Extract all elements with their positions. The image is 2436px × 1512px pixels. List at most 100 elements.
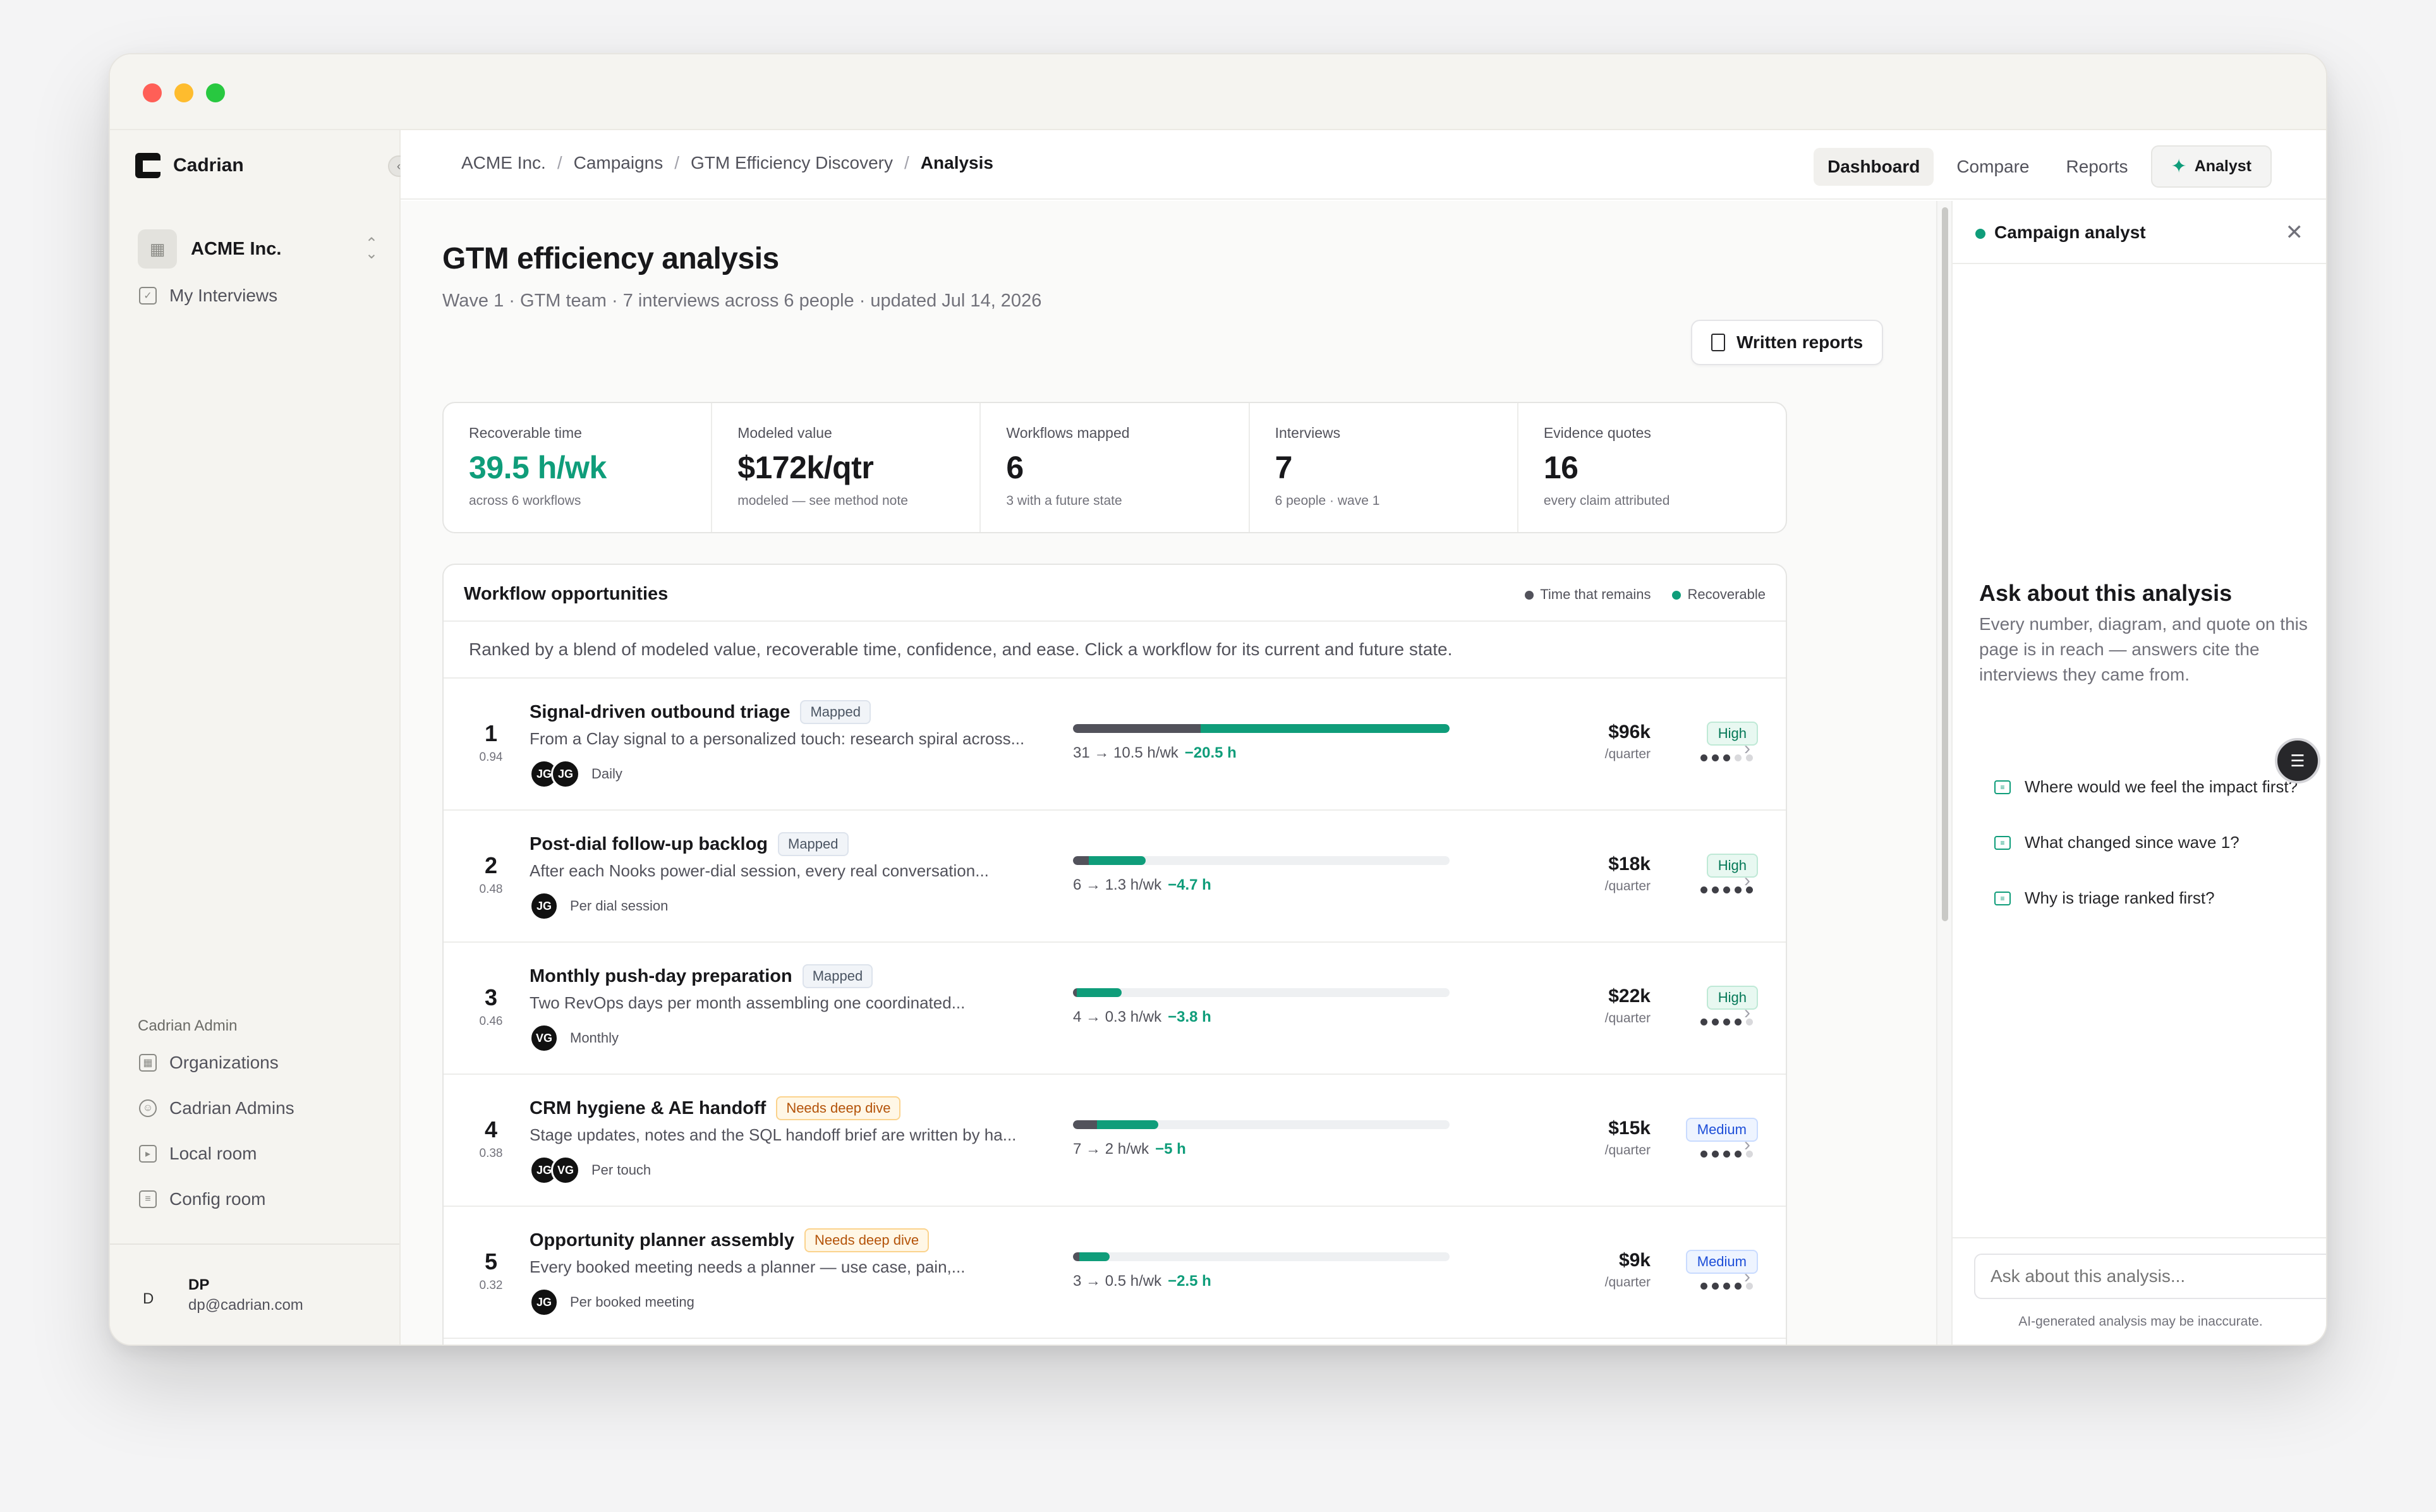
- confidence-dot: [1712, 754, 1719, 761]
- analyst-input[interactable]: [1974, 1254, 2326, 1299]
- time-bar-track: [1073, 1120, 1450, 1129]
- analyst-heading: Ask about this analysis: [1979, 580, 2233, 606]
- file-icon: ≡: [139, 1190, 157, 1208]
- confidence-dot: [1700, 754, 1707, 761]
- breadcrumb: ACME Inc. / Campaigns / GTM Efficiency D…: [461, 153, 993, 173]
- sidebar-item-label: Config room: [169, 1189, 266, 1209]
- confidence-dot: [1723, 1283, 1730, 1290]
- breadcrumb-separator: /: [674, 153, 680, 172]
- analyst-button[interactable]: ✦ Analyst: [2150, 145, 2272, 188]
- kpi-label: Evidence quotes: [1543, 425, 1651, 441]
- time-bar: 7 → 2 h/wk −5 h: [1073, 1120, 1450, 1158]
- chevron-right-icon[interactable]: ›: [1744, 1266, 1750, 1288]
- sidebar-item-config-room[interactable]: ≡ Config room: [139, 1189, 266, 1209]
- workflow-name: Signal-driven outbound triage Mapped: [530, 700, 871, 724]
- legend-remain-label: Time that remains: [1540, 586, 1651, 602]
- modeled-value: $9k/quarter: [1562, 1250, 1651, 1290]
- breadcrumb-org[interactable]: ACME Inc.: [461, 153, 546, 173]
- workflow-opportunities-card: Workflow opportunities Time that remains…: [442, 564, 1787, 1345]
- confidence-dot: [1723, 1019, 1730, 1025]
- tab-reports[interactable]: Reports: [2052, 148, 2142, 186]
- org-name: ACME Inc.: [191, 238, 282, 259]
- workflow-meta: JG JG Daily: [530, 759, 622, 789]
- avatar: D: [143, 1290, 154, 1307]
- value-amount: $96k: [1608, 722, 1651, 742]
- value-unit: /quarter: [1604, 1143, 1651, 1158]
- page-title: GTM efficiency analysis: [442, 242, 779, 275]
- workflow-title: Post-dial follow-up backlog: [530, 833, 768, 854]
- workflow-row[interactable]: 5 0.32 Opportunity planner assembly Needs d…: [444, 1207, 1786, 1339]
- breadcrumb-current: Analysis: [920, 153, 993, 172]
- workflow-row[interactable]: 4 0.38 CRM hygiene & AE handoff Needs deep …: [444, 1075, 1786, 1207]
- analyst-button-label: Analyst: [2194, 157, 2251, 175]
- chevron-right-icon[interactable]: ›: [1744, 738, 1750, 759]
- time-after: 0.3 h/wk: [1105, 1008, 1162, 1025]
- confidence: High: [1657, 722, 1758, 761]
- chevron-right-icon[interactable]: ›: [1744, 1134, 1750, 1156]
- confidence-dot: [1735, 1283, 1742, 1290]
- scrollbar-thumb[interactable]: [1942, 207, 1948, 921]
- workflow-row[interactable]: 1 0.94 Signal-driven outbound triage Mapped…: [444, 679, 1786, 811]
- sidebar-item-organizations[interactable]: ▦ Organizations: [139, 1053, 279, 1073]
- confidence-dots: [1657, 1283, 1758, 1290]
- close-icon[interactable]: ✕: [2286, 220, 2304, 245]
- tab-dashboard[interactable]: Dashboard: [1814, 147, 1934, 186]
- sidebar-item-my-interviews[interactable]: ✓ My Interviews: [139, 286, 277, 306]
- suggested-question[interactable]: ≡ What changed since wave 1?: [1994, 833, 2239, 852]
- written-reports-button[interactable]: Written reports: [1691, 320, 1884, 365]
- workflow-row[interactable]: 3 0.46 Monthly push-day preparation Mapped T…: [444, 943, 1786, 1075]
- suggested-question[interactable]: ≡ Why is triage ranked first?: [1994, 888, 2215, 908]
- rank-number: 4: [484, 1116, 498, 1142]
- confidence-dot: [1723, 1151, 1730, 1158]
- main-scrollbar[interactable]: [1936, 201, 1953, 1345]
- admin-section-label: Cadrian Admin: [138, 1017, 238, 1034]
- workflow-cadence: Per booked meeting: [570, 1294, 694, 1310]
- sidebar-item-local-room[interactable]: ▸ Local room: [139, 1144, 257, 1164]
- value-unit: /quarter: [1604, 1275, 1651, 1290]
- confidence-dot: [1712, 1283, 1719, 1290]
- rank-number: 2: [484, 852, 498, 878]
- kpi-value: 16: [1543, 450, 1579, 485]
- kpi-note: 6 people · wave 1: [1275, 493, 1380, 508]
- sidebar-item-label: Cadrian Admins: [169, 1098, 294, 1118]
- breadcrumb-campaigns[interactable]: Campaigns: [574, 153, 664, 173]
- tab-compare[interactable]: Compare: [1942, 148, 2043, 186]
- rank: 2 0.48: [475, 852, 507, 897]
- time-bar: 6 → 1.3 h/wk −4.7 h: [1073, 856, 1450, 894]
- brand[interactable]: Cadrian: [135, 153, 244, 178]
- time-recoverable-bar: [1079, 1252, 1110, 1261]
- floating-assistant-button[interactable]: ☰: [2275, 738, 2320, 783]
- users-icon: ☺: [139, 1099, 157, 1117]
- minimize-window-button[interactable]: [174, 83, 193, 102]
- user-menu[interactable]: D DP dp@cadrian.com: [110, 1243, 399, 1345]
- analyst-header: Campaign analyst ✕: [1953, 201, 2326, 264]
- time-delta: −20.5 h: [1184, 744, 1237, 761]
- chevron-right-icon[interactable]: ›: [1744, 870, 1750, 892]
- time-after: 10.5 h/wk: [1113, 744, 1179, 761]
- suggested-question[interactable]: ≡ Where would we feel the impact first?: [1994, 777, 2298, 797]
- avatar: JG: [530, 892, 559, 921]
- kpi-row: Recoverable time 39.5 h/wk across 6 work…: [442, 402, 1787, 533]
- suggested-question-label: Where would we feel the impact first?: [2025, 777, 2298, 796]
- chevron-right-icon[interactable]: ›: [1744, 1002, 1750, 1024]
- breadcrumb-campaign[interactable]: GTM Efficiency Discovery: [691, 153, 893, 173]
- status-badge: Mapped: [800, 700, 871, 724]
- sidebar-item-label: My Interviews: [169, 286, 278, 305]
- workflow-cadence: Per touch: [591, 1162, 651, 1178]
- time-after: 2 h/wk: [1105, 1140, 1149, 1158]
- workflow-row[interactable]: 6Campaign attribution reportingNeeds dee…: [444, 1339, 1786, 1345]
- title-bar: [110, 54, 2326, 130]
- workflow-row[interactable]: 2 0.48 Post-dial follow-up backlog Mapped Af…: [444, 811, 1786, 943]
- analyst-blurb: Every number, diagram, and quote on this…: [1979, 614, 2308, 684]
- confidence-dot: [1700, 1283, 1707, 1290]
- rank: 5 0.32: [475, 1249, 507, 1293]
- main-content: GTM efficiency analysis Wave 1 · GTM tea…: [401, 201, 1936, 1345]
- confidence-dot: [1723, 754, 1730, 761]
- sidebar-item-cadrian-admins[interactable]: ☺ Cadrian Admins: [139, 1098, 294, 1118]
- org-switcher[interactable]: ▦ ACME Inc. ⌃ ⌄: [138, 229, 378, 269]
- workflow-title: Opportunity planner assembly: [530, 1230, 794, 1250]
- time-after: 0.5 h/wk: [1105, 1273, 1162, 1290]
- sidebar-item-label: Organizations: [169, 1053, 279, 1072]
- zoom-window-button[interactable]: [206, 83, 225, 102]
- close-window-button[interactable]: [143, 83, 162, 102]
